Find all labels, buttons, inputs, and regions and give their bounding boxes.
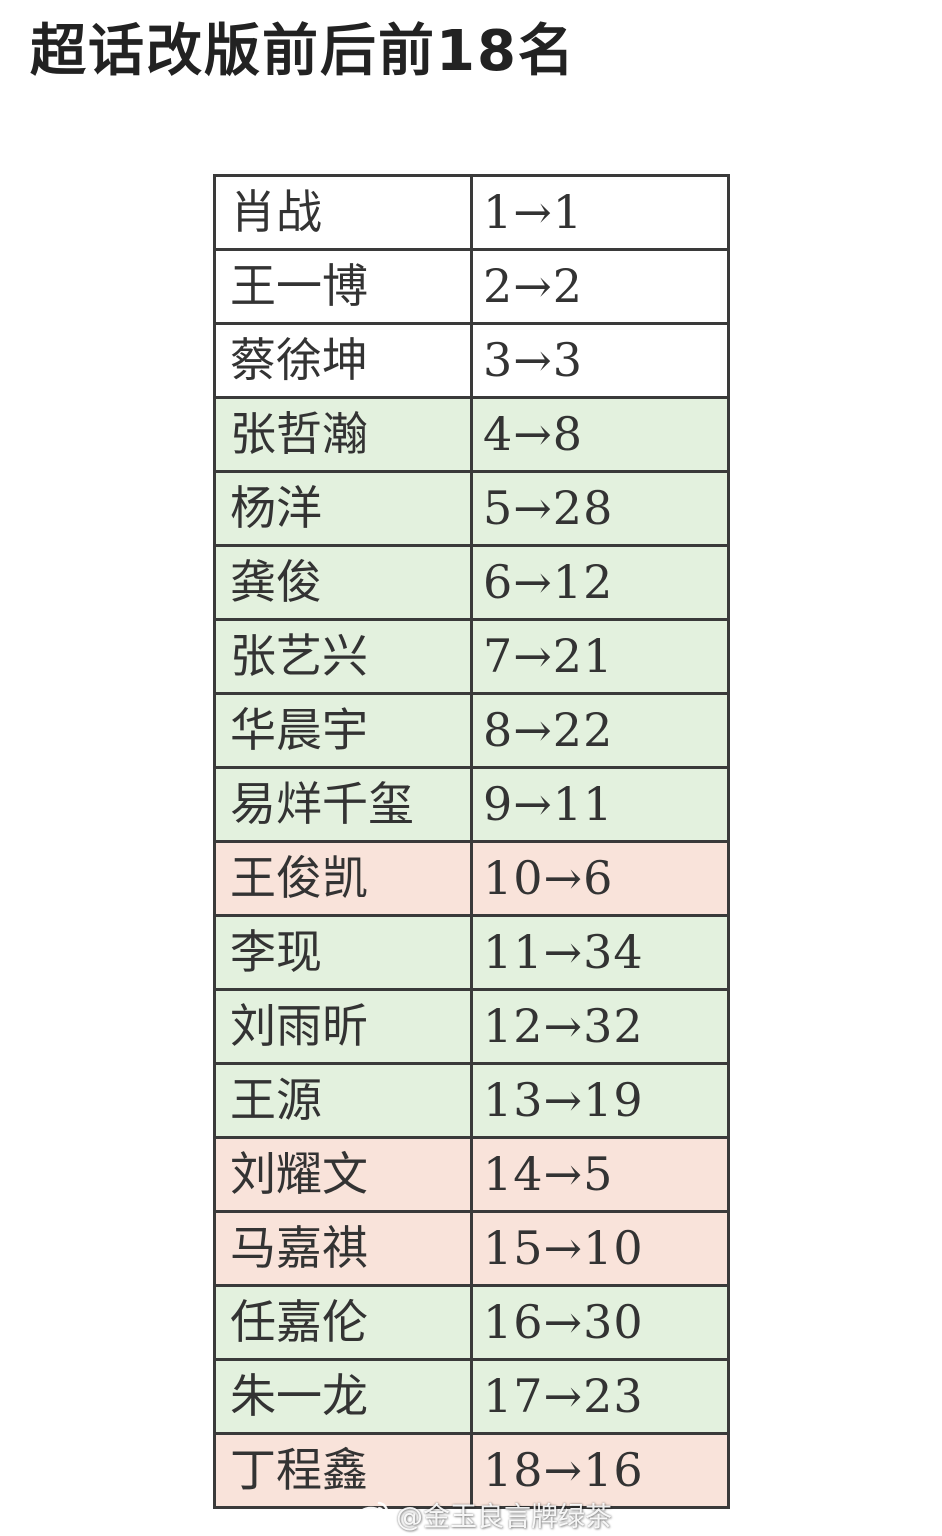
table-row: 马嘉祺 15→10 (213, 1210, 730, 1287)
name-cell: 张哲瀚 (213, 396, 473, 473)
name-cell: 华晨宇 (213, 692, 473, 769)
name-cell: 朱一龙 (213, 1358, 473, 1435)
table-row: 龚俊 6→12 (213, 544, 730, 621)
rank-change-cell: 13→19 (470, 1062, 730, 1139)
name-cell: 蔡徐坤 (213, 322, 473, 399)
ranking-table: 肖战 1→1 王一博 2→2 蔡徐坤 3→3 张哲瀚 4→8 杨洋 5→28 龚俊 6→12… (213, 174, 730, 1509)
rank-change-cell: 12→32 (470, 988, 730, 1065)
table-row: 王一博 2→2 (213, 248, 730, 325)
rank-change-cell: 17→23 (470, 1358, 730, 1435)
table-row: 易烊千玺 9→11 (213, 766, 730, 843)
rank-change-cell: 10→6 (470, 840, 730, 917)
table-row: 王俊凯 10→6 (213, 840, 730, 917)
rank-change-cell: 7→21 (470, 618, 730, 695)
rank-change-cell: 14→5 (470, 1136, 730, 1213)
rank-change-cell: 5→28 (470, 470, 730, 547)
table-row: 肖战 1→1 (213, 174, 730, 251)
ranking-table-body: 肖战 1→1 王一博 2→2 蔡徐坤 3→3 张哲瀚 4→8 杨洋 5→28 龚俊 6→12… (213, 174, 730, 1509)
table-row: 刘耀文 14→5 (213, 1136, 730, 1213)
rank-change-cell: 9→11 (470, 766, 730, 843)
name-cell: 肖战 (213, 174, 473, 251)
table-row: 华晨宇 8→22 (213, 692, 730, 769)
rank-change-cell: 8→22 (470, 692, 730, 769)
rank-change-cell: 1→1 (470, 174, 730, 251)
rank-change-cell: 2→2 (470, 248, 730, 325)
rank-change-cell: 16→30 (470, 1284, 730, 1361)
table-row: 朱一龙 17→23 (213, 1358, 730, 1435)
table-row: 张哲瀚 4→8 (213, 396, 730, 473)
name-cell: 王一博 (213, 248, 473, 325)
rank-change-cell: 6→12 (470, 544, 730, 621)
name-cell: 刘雨昕 (213, 988, 473, 1065)
table-row: 任嘉伦 16→30 (213, 1284, 730, 1361)
table-row: 刘雨昕 12→32 (213, 988, 730, 1065)
name-cell: 刘耀文 (213, 1136, 473, 1213)
watermark-text: @金玉良言牌绿茶 (396, 1501, 612, 1533)
table-row: 王源 13→19 (213, 1062, 730, 1139)
weibo-icon (356, 1499, 390, 1529)
page-title: 超话改版前后前18名 (30, 19, 576, 84)
name-cell: 张艺兴 (213, 618, 473, 695)
table-row: 蔡徐坤 3→3 (213, 322, 730, 399)
name-cell: 任嘉伦 (213, 1284, 473, 1361)
rank-change-cell: 4→8 (470, 396, 730, 473)
name-cell: 易烊千玺 (213, 766, 473, 843)
name-cell: 龚俊 (213, 544, 473, 621)
name-cell: 李现 (213, 914, 473, 991)
table-row: 李现 11→34 (213, 914, 730, 991)
watermark: @金玉良言牌绿茶 (356, 1496, 612, 1533)
rank-change-cell: 3→3 (470, 322, 730, 399)
table-row: 杨洋 5→28 (213, 470, 730, 547)
name-cell: 杨洋 (213, 470, 473, 547)
name-cell: 王源 (213, 1062, 473, 1139)
table-row: 张艺兴 7→21 (213, 618, 730, 695)
rank-change-cell: 11→34 (470, 914, 730, 991)
rank-change-cell: 15→10 (470, 1210, 730, 1287)
name-cell: 马嘉祺 (213, 1210, 473, 1287)
name-cell: 王俊凯 (213, 840, 473, 917)
